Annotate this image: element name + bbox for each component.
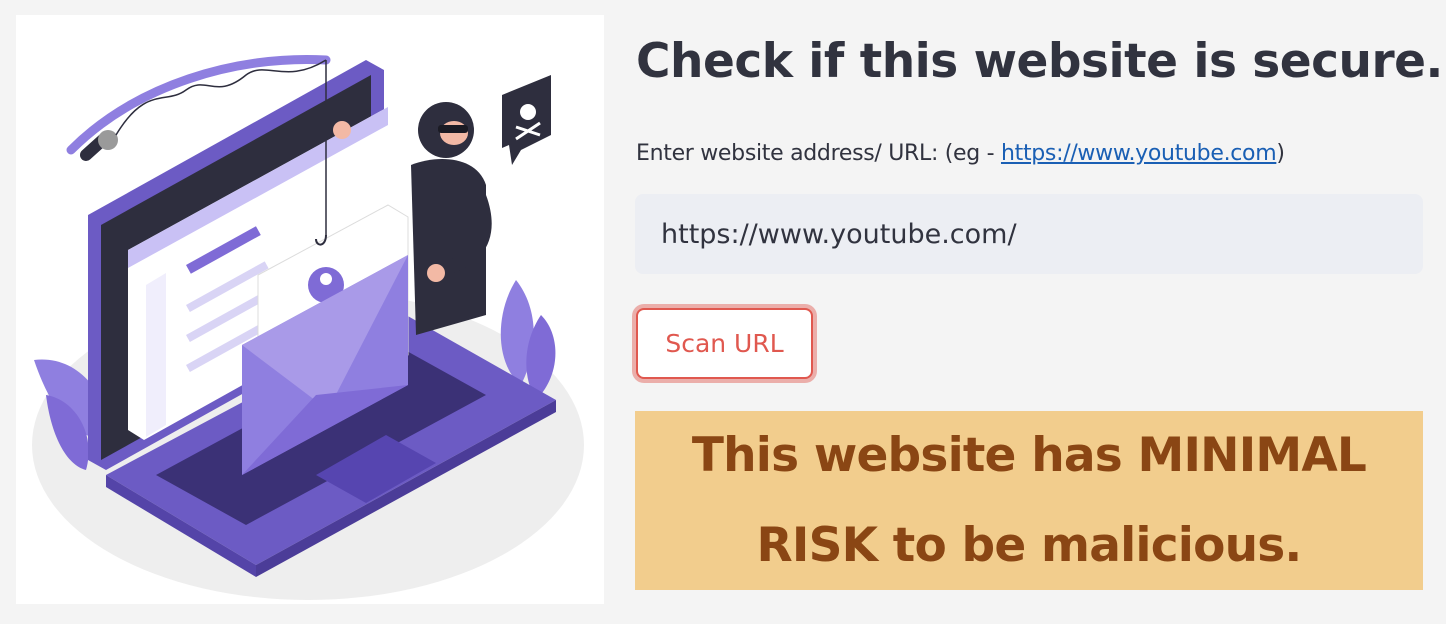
phishing-illustration-icon — [32, 54, 584, 600]
url-input[interactable] — [635, 194, 1423, 274]
scan-url-button[interactable]: Scan URL — [636, 308, 813, 379]
result-message: This website has MINIMAL RISK to be mali… — [691, 427, 1367, 573]
phishing-illustration — [16, 15, 604, 604]
url-field-label-prefix: Enter website address/ URL: (eg - — [636, 141, 1001, 166]
url-field-label-suffix: ) — [1276, 141, 1285, 166]
result-banner: This website has MINIMAL RISK to be mali… — [635, 411, 1423, 590]
example-url-link[interactable]: https://www.youtube.com — [1001, 141, 1277, 166]
page-title: Check if this website is secure. — [636, 34, 1443, 89]
url-field-label: Enter website address/ URL: (eg - https:… — [636, 141, 1285, 166]
